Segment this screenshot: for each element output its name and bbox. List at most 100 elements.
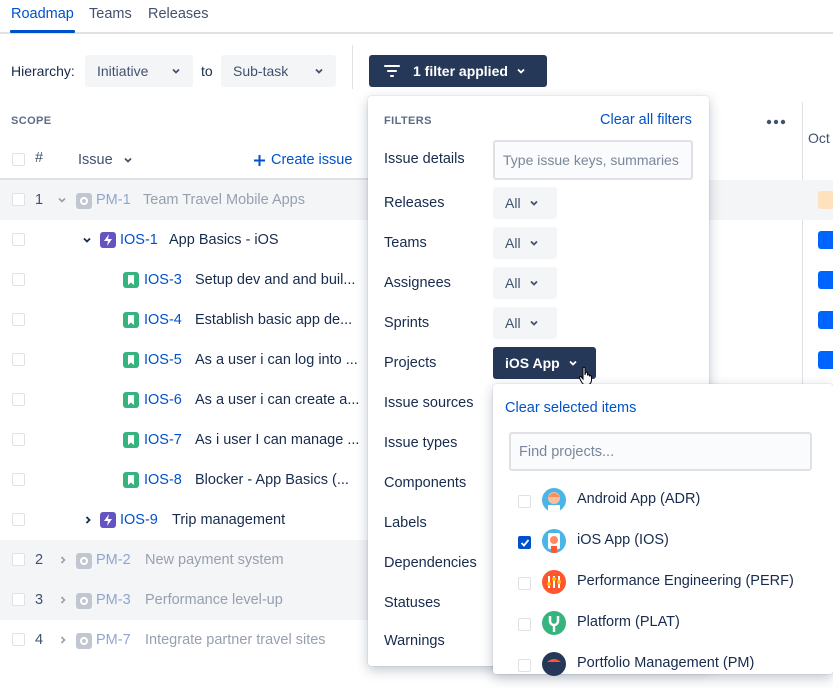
clear-all-filters-link[interactable]: Clear all filters <box>600 112 692 128</box>
components-label: Components <box>384 475 467 491</box>
sprints-select[interactable]: All <box>493 307 557 339</box>
project-option[interactable]: Platform (PLAT) <box>493 608 833 648</box>
row-checkbox[interactable] <box>12 313 25 326</box>
project-option[interactable]: Performance Engineering (PERF) <box>493 567 833 607</box>
issue-key[interactable]: IOS-5 <box>144 352 182 368</box>
more-icon[interactable] <box>766 119 786 125</box>
row-checkbox[interactable] <box>12 553 25 566</box>
timeline-bar[interactable] <box>818 311 833 329</box>
scope-heading: SCOPE <box>11 115 52 127</box>
issue-summary: Setup dev and and buil... <box>195 272 356 288</box>
issue-key[interactable]: PM-2 <box>96 552 131 568</box>
chevron-down-icon <box>529 240 538 246</box>
issue-types-label: Issue types <box>384 435 458 451</box>
project-option[interactable]: Portfolio Management (PM) <box>493 649 833 689</box>
project-checkbox[interactable] <box>518 659 531 672</box>
row-checkbox[interactable] <box>12 473 25 486</box>
row-number: 3 <box>35 592 44 608</box>
chevron-down-icon <box>315 68 323 74</box>
project-checkbox[interactable] <box>518 577 531 590</box>
row-checkbox[interactable] <box>12 593 25 606</box>
row-checkbox[interactable] <box>12 193 25 206</box>
issue-key[interactable]: IOS-8 <box>144 472 182 488</box>
tab-roadmap[interactable]: Roadmap <box>11 6 74 22</box>
active-tab-indicator <box>10 30 75 33</box>
chevron-right-icon[interactable] <box>58 595 68 605</box>
issue-key[interactable]: PM-7 <box>96 632 131 648</box>
filter-icon <box>384 65 400 77</box>
project-name: iOS App (IOS) <box>577 532 669 548</box>
row-checkbox[interactable] <box>12 353 25 366</box>
project-checkbox[interactable] <box>518 618 531 631</box>
timeline-bar[interactable] <box>818 191 833 209</box>
issue-summary: Integrate partner travel sites <box>145 632 326 648</box>
chevron-down-icon <box>124 157 132 163</box>
hierarchy-to-select[interactable]: Sub-task <box>221 55 336 87</box>
teams-label: Teams <box>384 235 427 251</box>
filters-heading: FILTERS <box>384 115 432 127</box>
row-checkbox[interactable] <box>12 633 25 646</box>
warnings-label: Warnings <box>384 633 445 649</box>
issue-summary: As i user I can manage ... <box>195 432 360 448</box>
issue-key[interactable]: IOS-6 <box>144 392 182 408</box>
filters-button[interactable]: 1 filter applied <box>369 55 547 87</box>
chevron-down-icon <box>529 280 538 286</box>
row-checkbox[interactable] <box>12 273 25 286</box>
initiative-icon <box>76 553 92 569</box>
story-icon <box>123 312 139 328</box>
issue-key[interactable]: PM-3 <box>96 592 131 608</box>
issue-column-label: Issue <box>78 152 113 168</box>
hand-cursor-icon <box>578 366 592 386</box>
chevron-right-icon[interactable] <box>58 555 68 565</box>
select-all-checkbox[interactable] <box>12 153 25 166</box>
chevron-down-icon[interactable] <box>82 235 92 245</box>
project-name: Platform (PLAT) <box>577 614 680 630</box>
find-projects-input[interactable] <box>509 432 812 471</box>
issue-summary: Performance level-up <box>145 592 283 608</box>
assignees-label: Assignees <box>384 275 451 291</box>
hierarchy-label: Hierarchy: <box>11 63 75 79</box>
filters-button-label: 1 filter applied <box>413 63 508 79</box>
teams-select[interactable]: All <box>493 227 557 259</box>
project-checkbox-checked[interactable] <box>518 536 531 549</box>
statuses-label: Statuses <box>384 595 441 611</box>
row-checkbox[interactable] <box>12 513 25 526</box>
row-checkbox[interactable] <box>12 233 25 246</box>
issue-key[interactable]: IOS-9 <box>120 512 158 528</box>
projects-value: iOS App <box>505 355 560 371</box>
chevron-down-icon <box>517 68 525 74</box>
timeline-bar[interactable] <box>818 351 833 369</box>
releases-select[interactable]: All <box>493 187 557 219</box>
project-option[interactable]: Android App (ADR) <box>493 485 833 525</box>
tab-teams[interactable]: Teams <box>89 6 132 22</box>
clear-selected-link[interactable]: Clear selected items <box>505 400 636 416</box>
issue-key[interactable]: IOS-1 <box>120 232 158 248</box>
hierarchy-to-value: Sub-task <box>233 63 289 79</box>
chevron-down-icon[interactable] <box>57 195 67 205</box>
timeline-bar[interactable] <box>818 231 833 249</box>
row-checkbox[interactable] <box>12 433 25 446</box>
issue-key[interactable]: IOS-7 <box>144 432 182 448</box>
row-checkbox[interactable] <box>12 393 25 406</box>
hierarchy-from-select[interactable]: Initiative <box>85 55 193 87</box>
sprints-label: Sprints <box>384 315 430 331</box>
issue-column-header[interactable]: Issue <box>78 152 133 168</box>
labels-label: Labels <box>384 515 427 531</box>
issue-key[interactable]: IOS-4 <box>144 312 182 328</box>
assignees-select[interactable]: All <box>493 267 557 299</box>
performance-engineering-avatar-icon <box>542 570 566 594</box>
sprints-value: All <box>505 315 521 331</box>
issue-summary: Team Travel Mobile Apps <box>143 192 305 208</box>
timeline-bar[interactable] <box>818 271 833 289</box>
issue-key[interactable]: PM-1 <box>96 192 131 208</box>
project-checkbox[interactable] <box>518 495 531 508</box>
issue-key[interactable]: IOS-3 <box>144 272 182 288</box>
tab-releases[interactable]: Releases <box>148 6 208 22</box>
initiative-icon <box>76 593 92 609</box>
chevron-right-icon[interactable] <box>58 635 68 645</box>
create-issue-label: Create issue <box>271 152 353 168</box>
project-option[interactable]: iOS App (IOS) <box>493 526 833 566</box>
create-issue-button[interactable]: Create issue <box>253 152 352 168</box>
issue-details-input[interactable] <box>493 140 693 180</box>
chevron-right-icon[interactable] <box>83 515 93 525</box>
